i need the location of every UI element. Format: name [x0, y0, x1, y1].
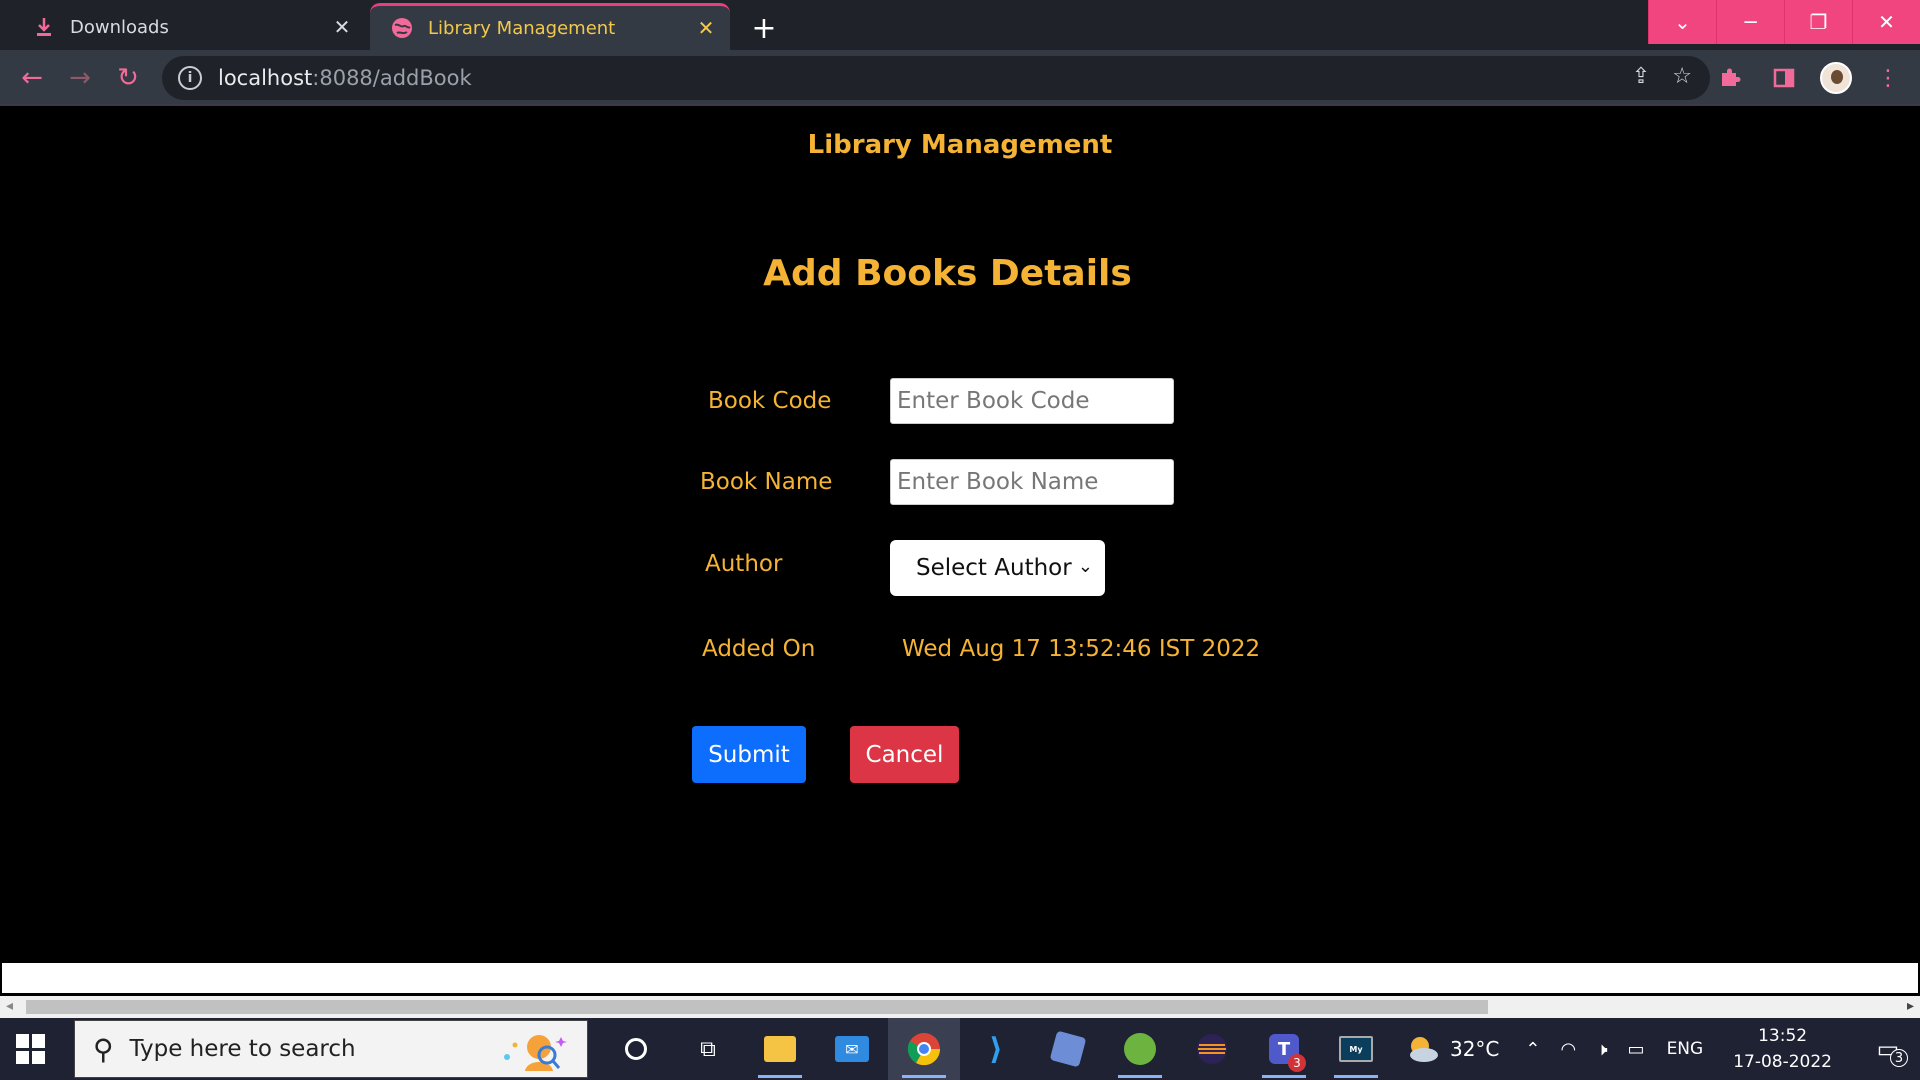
- browser-tab-bar: Downloads ✕ Library Management ✕ + ⌄ ─ ❐…: [0, 0, 1920, 50]
- window-controls: ⌄ ─ ❐ ✕: [1648, 0, 1920, 44]
- forward-arrow-icon[interactable]: →: [62, 60, 98, 96]
- search-placeholder: Type here to search: [129, 1036, 356, 1062]
- book-code-input[interactable]: [890, 378, 1174, 424]
- new-tab-button[interactable]: +: [744, 8, 784, 48]
- tab-title: Library Management: [428, 17, 616, 39]
- task-view-icon[interactable]: ⧉: [672, 1018, 744, 1080]
- book-code-label: Book Code: [708, 388, 832, 414]
- clock-date: 17-08-2022: [1733, 1052, 1832, 1072]
- speaker-muted-icon[interactable]: 🕨: [1596, 1039, 1607, 1060]
- taskbar-search-box[interactable]: ⚲ Type here to search: [74, 1020, 588, 1078]
- added-on-label: Added On: [702, 636, 816, 662]
- book-name-input[interactable]: [890, 459, 1174, 505]
- cancel-button[interactable]: Cancel: [850, 726, 959, 783]
- mail-icon[interactable]: ✉: [816, 1018, 888, 1080]
- author-label: Author: [705, 551, 783, 577]
- weather-widget[interactable]: 32°C: [1406, 1034, 1499, 1064]
- horizontal-scrollbar[interactable]: ◂ ▸: [0, 996, 1920, 1018]
- address-bar[interactable]: i localhost:8088/addBook ⇪ ☆: [162, 56, 1710, 100]
- page-content: Library Management Add Books Details Boo…: [0, 108, 1920, 960]
- extensions-puzzle-icon[interactable]: [1712, 60, 1748, 96]
- notification-count: 3: [1890, 1049, 1908, 1067]
- minimize-button[interactable]: ─: [1716, 0, 1784, 44]
- mysql-workbench-icon[interactable]: My: [1320, 1018, 1392, 1080]
- notification-center-icon[interactable]: ▭ 3: [1868, 1029, 1908, 1069]
- eclipse-icon[interactable]: [1176, 1018, 1248, 1080]
- spring-tool-suite-icon[interactable]: [1104, 1018, 1176, 1080]
- bookmark-star-icon[interactable]: ☆: [1672, 64, 1692, 89]
- author-select[interactable]: Select Author ⌄: [890, 540, 1105, 596]
- reload-icon[interactable]: ↻: [110, 60, 146, 96]
- temperature: 32°C: [1449, 1037, 1500, 1061]
- more-menu-icon[interactable]: ⋮: [1870, 60, 1906, 96]
- tab-title: Downloads: [70, 16, 169, 38]
- share-icon[interactable]: ⇪: [1632, 64, 1650, 89]
- teams-badge: 3: [1288, 1054, 1306, 1072]
- cortana-icon[interactable]: [600, 1018, 672, 1080]
- windows-taskbar: ⚲ Type here to search ⧉ ✉ ⟩ T 3 My 32°C …: [0, 1018, 1920, 1080]
- side-panel-icon[interactable]: [1766, 60, 1802, 96]
- page-footer-strip: [2, 963, 1918, 993]
- windows-start-icon[interactable]: [16, 1034, 46, 1064]
- clock[interactable]: 13:52 17-08-2022: [1733, 1023, 1832, 1075]
- taskbar-apps: ⧉ ✉ ⟩ T 3 My: [600, 1018, 1392, 1080]
- chevron-up-icon[interactable]: ⌃: [1525, 1039, 1540, 1060]
- added-on-value: Wed Aug 17 13:52:46 IST 2022: [902, 636, 1261, 662]
- search-icon: ⚲: [93, 1032, 114, 1066]
- wifi-icon[interactable]: ◠: [1560, 1039, 1576, 1060]
- close-window-button[interactable]: ✕: [1852, 0, 1920, 44]
- browser-toolbar: ← → ↻ i localhost:8088/addBook ⇪ ☆ ⋮: [0, 50, 1920, 106]
- tab-library-management[interactable]: Library Management ✕: [370, 3, 730, 50]
- url-text: localhost:8088/addBook: [218, 66, 472, 90]
- close-tab-icon[interactable]: ✕: [688, 10, 724, 46]
- restore-button[interactable]: ❐: [1784, 0, 1852, 44]
- download-icon: [30, 17, 58, 37]
- teams-icon[interactable]: T 3: [1248, 1018, 1320, 1080]
- book-name-label: Book Name: [700, 469, 833, 495]
- scroll-left-arrow-icon[interactable]: ◂: [6, 998, 13, 1014]
- globe-icon: [388, 17, 416, 39]
- weather-cloud-icon: [1409, 1037, 1438, 1062]
- scrollbar-thumb[interactable]: [26, 1000, 1488, 1014]
- author-select-value: Select Author: [916, 555, 1072, 581]
- page-title: Add Books Details: [763, 253, 1132, 294]
- battery-icon[interactable]: ▭: [1628, 1039, 1645, 1060]
- submit-button[interactable]: Submit: [692, 726, 806, 783]
- chevron-down-icon: ⌄: [1077, 556, 1093, 577]
- tab-downloads[interactable]: Downloads ✕: [12, 4, 366, 50]
- virtualbox-icon[interactable]: [1032, 1018, 1104, 1080]
- vscode-icon[interactable]: ⟩: [960, 1018, 1032, 1080]
- tab-search-icon[interactable]: ⌄: [1648, 0, 1716, 44]
- scroll-right-arrow-icon[interactable]: ▸: [1907, 998, 1914, 1014]
- language-indicator[interactable]: ENG: [1667, 1039, 1704, 1059]
- system-tray: 32°C ⌃ ◠ 🕨 ▭ ENG 13:52 17-08-2022 ▭ 3: [1406, 1018, 1920, 1080]
- file-explorer-icon[interactable]: [744, 1018, 816, 1080]
- close-tab-icon[interactable]: ✕: [324, 9, 360, 45]
- navbar-brand[interactable]: Library Management: [0, 130, 1920, 160]
- clock-time: 13:52: [1758, 1026, 1808, 1046]
- search-highlight-icon: [504, 1035, 567, 1071]
- chrome-icon[interactable]: [888, 1018, 960, 1080]
- back-arrow-icon[interactable]: ←: [14, 60, 50, 96]
- site-info-icon[interactable]: i: [178, 66, 202, 90]
- profile-avatar[interactable]: [1820, 62, 1852, 94]
